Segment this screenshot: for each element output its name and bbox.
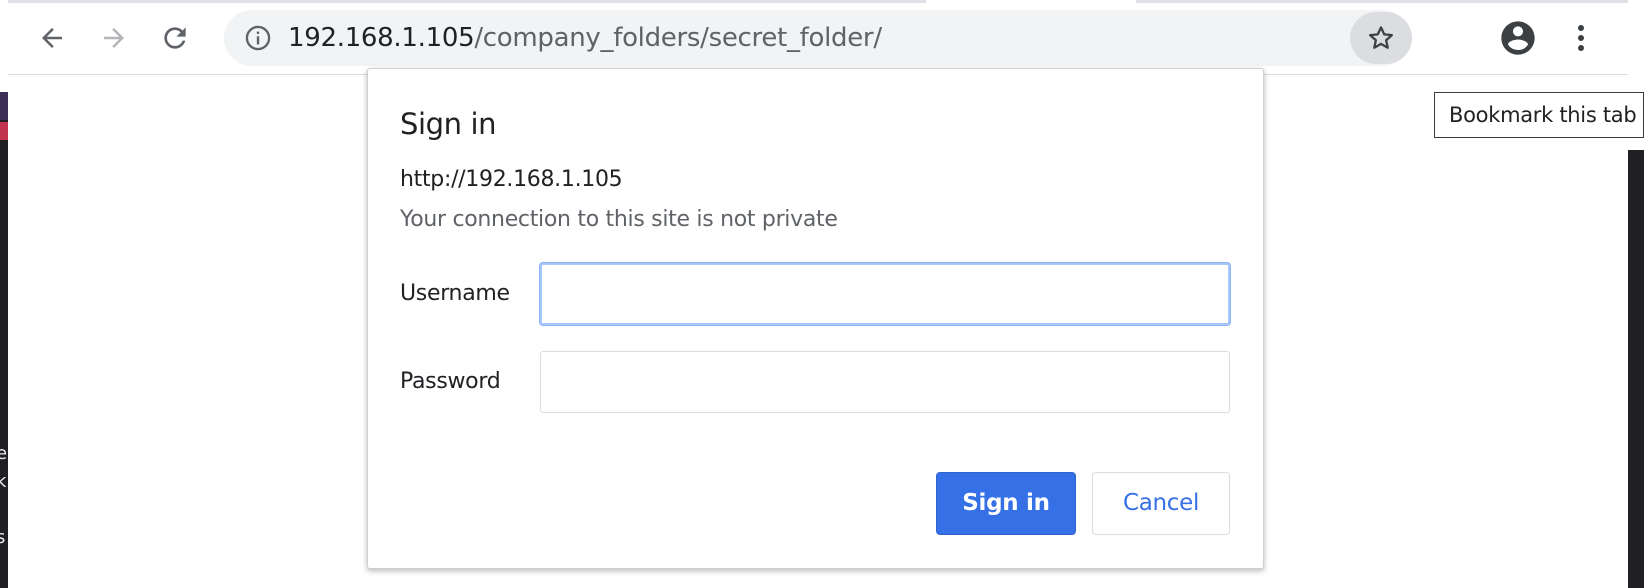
address-bar[interactable]: 192.168.1.105/company_folders/secret_fol… bbox=[224, 10, 1412, 66]
username-label: Username bbox=[400, 281, 510, 306]
tab-strip-edge bbox=[8, 0, 1628, 3]
profile-button[interactable] bbox=[1496, 16, 1540, 60]
bookmark-tooltip: Bookmark this tab bbox=[1434, 92, 1644, 138]
url-path: /company_folders/secret_folder/ bbox=[474, 23, 882, 53]
arrow-right-icon bbox=[104, 28, 124, 48]
password-input[interactable] bbox=[540, 351, 1230, 413]
username-input[interactable] bbox=[540, 263, 1230, 325]
browser-toolbar: 192.168.1.105/company_folders/secret_fol… bbox=[8, 0, 1628, 75]
connection-warning: Your connection to this site is not priv… bbox=[400, 207, 838, 232]
info-icon[interactable] bbox=[244, 24, 272, 52]
sign-in-dialog: Sign in http://192.168.1.105 Your connec… bbox=[367, 68, 1264, 569]
menu-button[interactable] bbox=[1566, 16, 1596, 60]
cancel-button[interactable]: Cancel bbox=[1092, 472, 1230, 535]
desktop-background-right bbox=[1628, 150, 1644, 588]
forward-button[interactable] bbox=[94, 18, 134, 58]
desktop-window-fragment bbox=[0, 92, 8, 120]
dialog-origin: http://192.168.1.105 bbox=[400, 167, 623, 192]
more-vertical-icon bbox=[1578, 25, 1584, 51]
url-text[interactable]: 192.168.1.105/company_folders/secret_fol… bbox=[288, 24, 882, 52]
desktop-app-icon-fragment bbox=[0, 122, 8, 140]
account-circle-icon bbox=[1501, 21, 1535, 55]
arrow-left-icon bbox=[42, 28, 62, 48]
bookmark-button[interactable] bbox=[1350, 12, 1412, 64]
reload-button[interactable] bbox=[155, 18, 195, 58]
sign-in-button[interactable]: Sign in bbox=[936, 472, 1076, 535]
url-host: 192.168.1.105 bbox=[288, 23, 475, 53]
desktop-left-glyphs: ek:s: bbox=[0, 443, 8, 576]
reload-icon bbox=[164, 27, 186, 49]
active-tab-edge bbox=[926, 0, 1136, 3]
desktop-right-edge bbox=[1628, 0, 1644, 588]
star-icon bbox=[1369, 26, 1393, 49]
dialog-title: Sign in bbox=[400, 107, 497, 141]
back-button[interactable] bbox=[32, 18, 72, 58]
password-label: Password bbox=[400, 369, 501, 394]
